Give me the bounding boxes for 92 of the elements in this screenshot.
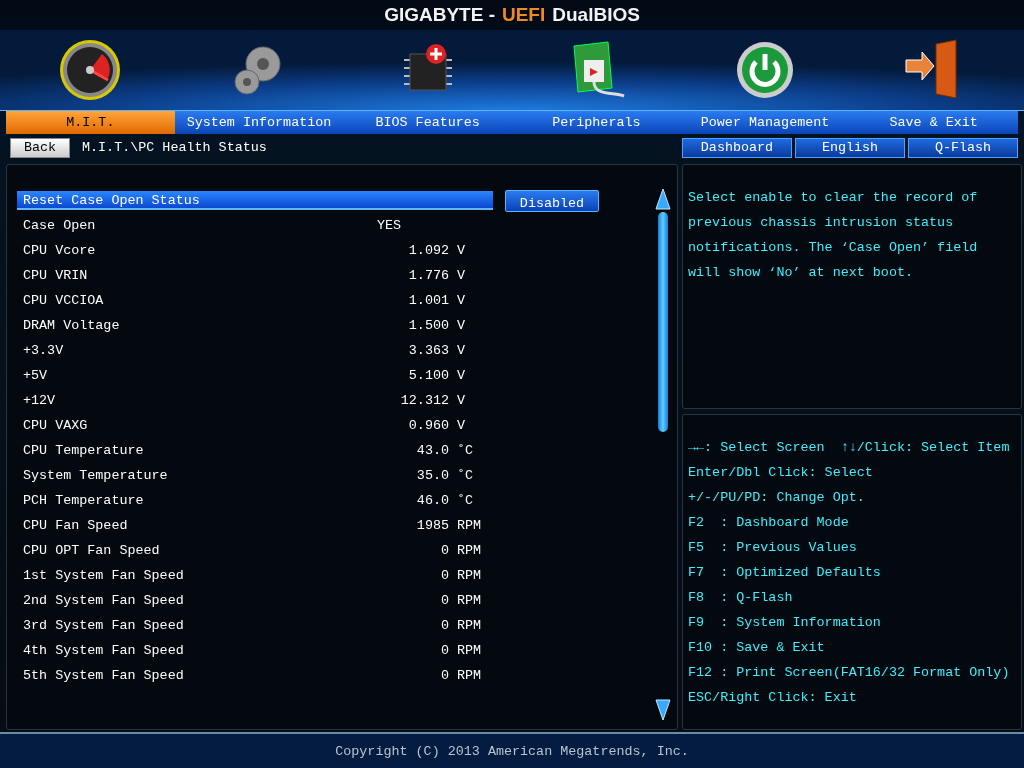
setting-label: PCH Temperature [22, 492, 145, 510]
reading-value: 1.001 [407, 292, 449, 310]
setting-label: 1st System Fan Speed [22, 567, 185, 585]
setting-label: 5th System Fan Speed [22, 667, 185, 685]
menu-tab[interactable]: Save & Exit [849, 111, 1019, 134]
reading-unit: RPM [457, 567, 482, 585]
key-help-text: F12 : Print Screen(FAT16/32 Format Only) [688, 665, 1011, 682]
back-button[interactable]: Back [10, 137, 70, 158]
reading-value: 0 [439, 667, 449, 685]
key-help-text: Enter/Dbl Click: Select [688, 465, 874, 482]
reading-value: 0.960 [407, 417, 449, 435]
reading-unit: RPM [457, 592, 482, 610]
setting-label: 2nd System Fan Speed [22, 592, 185, 610]
reading-unit: V [457, 342, 466, 360]
setting-label: +12V [22, 392, 57, 410]
key-help-text: +/-/PU/PD: Change Opt. [688, 490, 866, 507]
setting-label: 4th System Fan Speed [22, 642, 185, 660]
key-help-text: F7 : Optimized Defaults [688, 565, 882, 582]
reading-value: 1.092 [407, 242, 449, 260]
key-help-text: F10 : Save & Exit [688, 640, 826, 657]
title-text: DualBIOS [552, 4, 640, 26]
scroll-down-arrow-icon[interactable] [655, 699, 671, 721]
reading-unit: RPM [457, 517, 482, 535]
reading-value: 5.100 [407, 367, 449, 385]
reading-value: 35.0 [415, 467, 449, 485]
setting-label: Case Open [22, 217, 97, 235]
reading-unit: V [457, 392, 466, 410]
key-help-text: →←: Select Screen ↑↓/Click: Select Item [688, 440, 1011, 457]
reading-value: 1.500 [407, 317, 449, 335]
reading-unit: ˚C [457, 492, 474, 510]
menu-tab[interactable]: BIOS Features [343, 111, 512, 134]
reading-value: 1.776 [407, 267, 449, 285]
toolbar-button[interactable]: Dashboard [682, 137, 792, 158]
reading-value: 46.0 [415, 492, 449, 510]
toolbar-button[interactable]: Q-Flash [908, 137, 1018, 158]
reading-value: YES [377, 217, 403, 235]
reading-unit: RPM [457, 542, 482, 560]
setting-label: CPU Temperature [22, 442, 145, 460]
reading-value: 3.363 [407, 342, 449, 360]
title-text: GIGABYTE - [384, 4, 495, 26]
reading-value: 12.312 [399, 392, 449, 410]
reading-unit: ˚C [457, 467, 474, 485]
key-help-text: F2 : Dashboard Mode [688, 515, 850, 532]
help-text: will show ‘No’ at next boot. [688, 265, 914, 282]
reading-value: 0 [439, 567, 449, 585]
title-text: UEFI [501, 4, 546, 26]
setting-label: CPU OPT Fan Speed [22, 542, 161, 560]
menu-tab[interactable]: M.I.T. [6, 111, 175, 134]
scrollbar[interactable] [655, 188, 671, 721]
copyright-text: Copyright (C) 2013 American Megatrends, Inc. [335, 743, 689, 759]
reading-value: 0 [439, 617, 449, 635]
help-text: Select enable to clear the record of [688, 190, 979, 207]
reading-unit: V [457, 242, 466, 260]
reading-unit: ˚C [457, 442, 474, 460]
menu-tab[interactable]: Power Management [680, 111, 850, 134]
setting-label: CPU VRIN [22, 267, 89, 285]
scroll-up-arrow-icon[interactable] [655, 188, 671, 210]
key-help-text: ESC/Right Click: Exit [688, 690, 858, 707]
setting-label: 3rd System Fan Speed [22, 617, 185, 635]
setting-label: +3.3V [22, 342, 65, 360]
reading-unit: V [457, 417, 466, 435]
setting-label: DRAM Voltage [22, 317, 121, 335]
reading-unit: V [457, 267, 466, 285]
breadcrumb: M.I.T.\PC Health Status [82, 140, 268, 155]
key-help-text: F9 : System Information [688, 615, 882, 632]
menu-tab[interactable]: System Information [174, 111, 344, 134]
setting-item[interactable]: Reset Case Open Status [17, 191, 493, 210]
reading-unit: V [457, 317, 466, 335]
setting-label: System Temperature [22, 467, 169, 485]
reading-value: 0 [439, 542, 449, 560]
setting-label: CPU Fan Speed [22, 517, 129, 535]
reading-unit: RPM [457, 667, 482, 685]
setting-label: CPU VCCIOA [22, 292, 105, 310]
reading-unit: V [457, 367, 466, 385]
key-help-text: F8 : Q-Flash [688, 590, 794, 607]
setting-label: CPU Vcore [22, 242, 97, 260]
menu-tab[interactable]: Peripherals [512, 111, 681, 134]
setting-label: +5V [22, 367, 49, 385]
reading-unit: RPM [457, 642, 482, 660]
reading-unit: RPM [457, 617, 482, 635]
reading-value: 0 [439, 592, 449, 610]
gauge-icon[interactable] [58, 38, 123, 102]
reading-value: 0 [439, 642, 449, 660]
reading-value: 43.0 [415, 442, 449, 460]
key-help-text: F5 : Previous Values [688, 540, 858, 557]
reading-unit: V [457, 292, 466, 310]
help-text: notifications. The ‘Case Open’ field [688, 240, 979, 257]
help-text: previous chassis intrusion status [688, 215, 955, 232]
toolbar-button[interactable]: English [795, 137, 905, 158]
setting-label: CPU VAXG [22, 417, 89, 435]
reading-value: 1985 [415, 517, 449, 535]
option-value-button[interactable]: Disabled [505, 189, 599, 212]
